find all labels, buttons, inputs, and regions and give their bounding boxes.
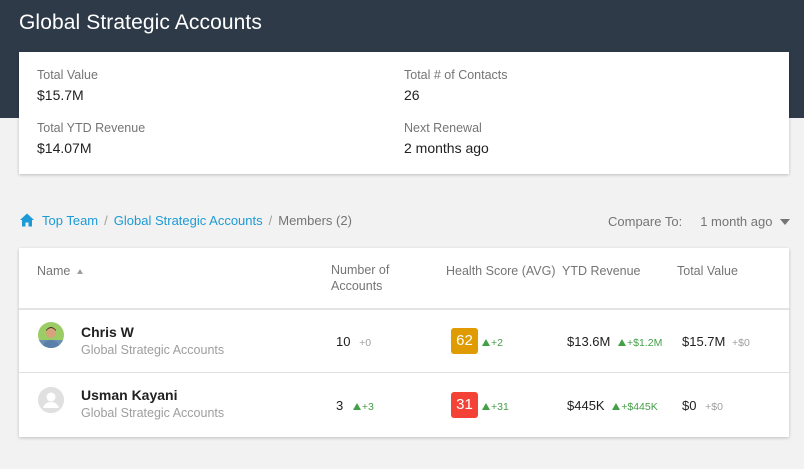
avatar [38,387,64,413]
score-delta-value: +2 [491,337,503,349]
ytd-revenue: $13.6M +$1.2M [567,334,662,349]
stat-value: 2 months ago [404,140,489,156]
breadcrumb: Top Team / Global Strategic Accounts / M… [19,211,352,229]
ytd-delta: +$1.2M [627,337,663,349]
accounts-count: 3 +3 [336,398,374,413]
accounts-count: 10 +0 [336,334,371,349]
up-arrow-icon [612,403,621,410]
member-name[interactable]: Chris W [81,324,134,340]
health-score-delta: +31 [482,398,509,413]
score-delta-value: +31 [491,401,509,413]
header-total-value[interactable]: Total Value [677,263,738,279]
up-arrow-icon [618,339,626,346]
stat-label: Total Value [37,68,98,82]
stat-next-renewal: Next Renewal 2 months ago [404,121,489,156]
total-value: $15.7M +$0 [682,334,750,349]
stat-label: Next Renewal [404,121,482,135]
member-team: Global Strategic Accounts [81,406,225,420]
total-value-delta: +$0 [705,401,723,413]
member-name[interactable]: Usman Kayani [81,387,177,403]
breadcrumb-global-strategic-accounts[interactable]: Global Strategic Accounts [114,213,263,228]
total-value-amount: $15.7M [682,334,726,349]
total-value-amount: $0 [682,398,697,413]
stat-total-value: Total Value $15.7M [37,68,98,103]
ytd-value: $13.6M [567,334,611,349]
summary-card: Total Value $15.7M Total # of Contacts 2… [19,52,789,174]
sort-ascending-icon[interactable] [77,269,84,274]
header-name[interactable]: Name [37,263,84,279]
member-team: Global Strategic Accounts [81,343,225,357]
health-score-delta: +2 [482,334,503,349]
avatar [38,322,64,348]
breadcrumb-current: Members (2) [278,212,352,228]
accounts-value: 3 [336,398,344,413]
accounts-delta: +0 [359,337,372,349]
ytd-delta: +$445K [621,401,658,413]
members-table: Name Number of Accounts Health Score (AV… [19,248,789,437]
header-ytd-revenue[interactable]: YTD Revenue [562,263,641,279]
page-title: Global Strategic Accounts [19,11,262,34]
stat-label: Total # of Contacts [404,68,508,82]
accounts-delta: +3 [361,401,374,413]
compare-label: Compare To: [608,214,683,229]
health-score-badge: 62 [451,328,478,354]
chevron-down-icon[interactable] [780,218,791,225]
compare-to: Compare To: 1 month ago [608,214,791,229]
header-accounts-line2: Accounts [331,279,383,293]
stat-ytd-revenue: Total YTD Revenue $14.07M [37,121,145,156]
breadcrumb-top-team[interactable]: Top Team [42,213,98,228]
accounts-value: 10 [336,334,351,349]
stat-contacts: Total # of Contacts 26 [404,68,508,103]
breadcrumb-separator: / [104,212,108,228]
stat-value: $14.07M [37,140,92,156]
table-row[interactable]: Usman Kayani Global Strategic Accounts 3… [19,373,789,436]
up-arrow-icon [352,403,361,410]
table-row[interactable]: Chris W Global Strategic Accounts 10 +0 … [19,310,789,373]
total-value-delta: +$0 [732,337,750,349]
stat-value: 26 [404,87,420,103]
total-value: $0 +$0 [682,398,723,413]
header-health-score[interactable]: Health Score (AVG) [446,263,556,279]
ytd-revenue: $445K +$445K [567,398,658,413]
header-accounts[interactable]: Number of Accounts [331,262,389,294]
header-name-label: Name [37,264,71,278]
stat-value: $15.7M [37,87,84,103]
ytd-value: $445K [567,398,605,413]
compare-select[interactable]: 1 month ago [700,214,772,229]
stat-label: Total YTD Revenue [37,121,146,135]
home-icon[interactable] [19,212,35,228]
up-arrow-icon [482,339,490,346]
up-arrow-icon [482,403,490,410]
header-accounts-line1: Number of [331,263,390,277]
breadcrumb-separator: / [268,212,273,228]
health-score-badge: 31 [451,392,478,418]
